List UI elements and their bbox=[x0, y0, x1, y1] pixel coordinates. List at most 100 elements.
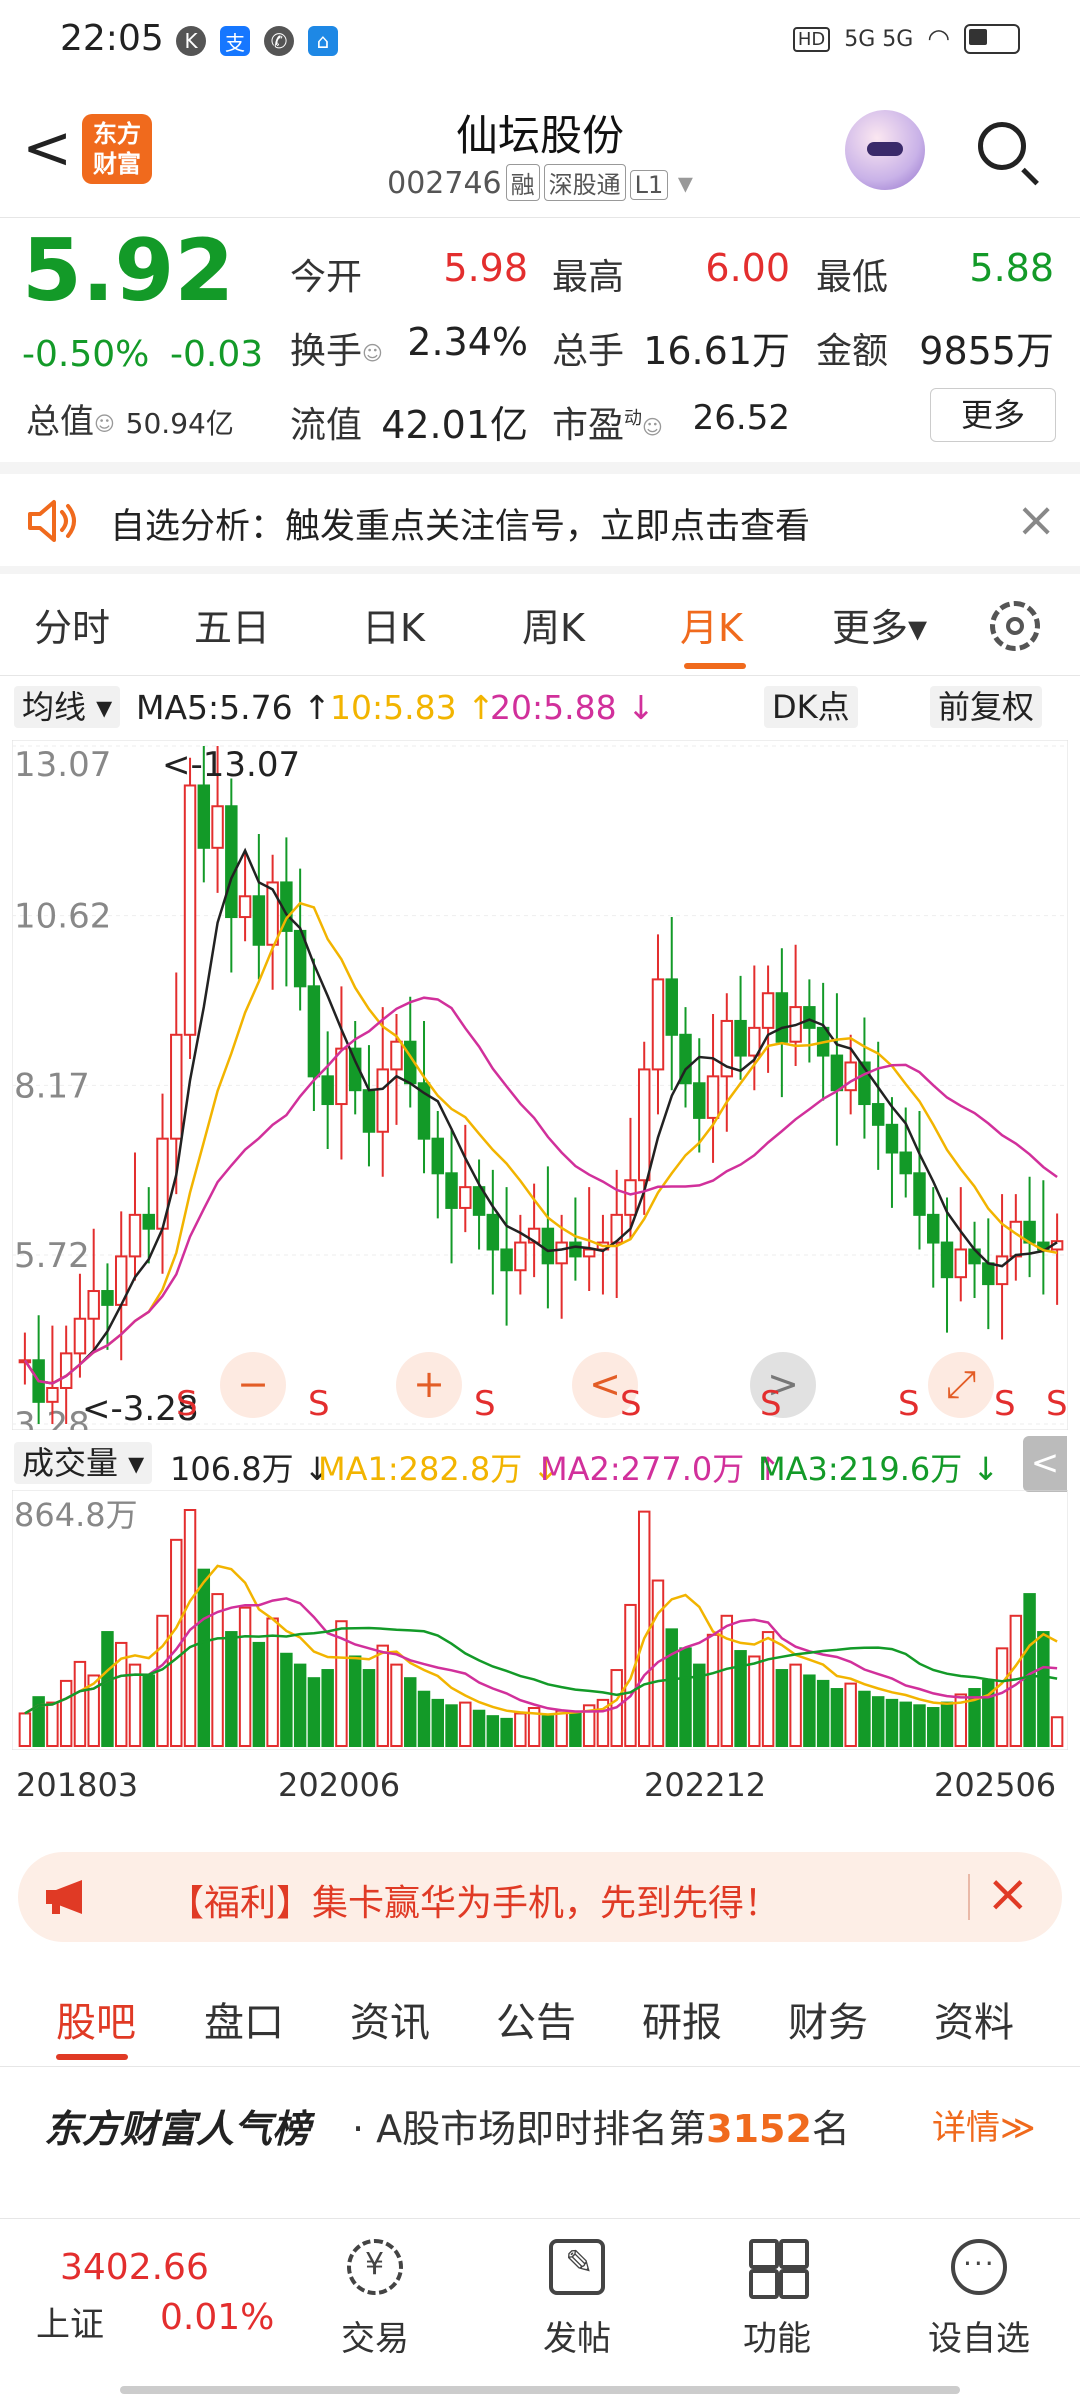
candle-body bbox=[871, 1103, 885, 1126]
chevron-down-icon: ▾ bbox=[677, 166, 693, 201]
volume-bar bbox=[555, 1709, 568, 1747]
candle-body bbox=[706, 1075, 720, 1119]
tab-intraday[interactable]: 分时 bbox=[34, 597, 110, 652]
tab-finance[interactable]: 财务 bbox=[788, 1990, 868, 2048]
tab-5day[interactable]: 五日 bbox=[194, 597, 270, 652]
candle-body bbox=[775, 992, 789, 1043]
rank-suffix: 名 bbox=[811, 2107, 850, 2151]
tab-guba[interactable]: 股吧 bbox=[56, 1990, 136, 2048]
volume-bar bbox=[225, 1631, 238, 1748]
volume-legend-row: 成交量 ▾ 106.8万 ↓ MA1:282.8万 ↓ MA2:277.0万 ↑… bbox=[0, 1440, 1080, 1490]
volume-bar bbox=[73, 1660, 87, 1748]
popularity-rank[interactable]: 东方财富人气榜 · A股市场即时排名第3152名 详情≫ bbox=[0, 2078, 1080, 2168]
ma5-value: MA5:5.76 ↑ bbox=[136, 688, 331, 727]
volume-bar bbox=[885, 1698, 899, 1747]
tab-daily-k[interactable]: 日K bbox=[362, 597, 425, 652]
candle-body bbox=[211, 805, 224, 849]
volume-bar bbox=[404, 1677, 417, 1748]
ma20-value: 20:5.88 ↓ bbox=[490, 688, 655, 727]
stock-header: < 东方 财富 仙坛股份 002746 融深股通 L1 ▾ bbox=[0, 82, 1080, 217]
ma-legend-row: 均线 ▾ MA5:5.76 ↑ 10:5.83 ↑ 20:5.88 ↓ DK点 … bbox=[0, 682, 1080, 736]
robot-assistant-icon[interactable] bbox=[845, 110, 925, 190]
promo-banner[interactable]: 【福利】集卡赢华为手机，先到先得！ × bbox=[18, 1852, 1062, 1942]
gear-icon[interactable] bbox=[990, 601, 1040, 651]
zoom-in-button[interactable]: + bbox=[396, 1352, 462, 1418]
stock-code: 002746 bbox=[387, 166, 502, 201]
candle-body bbox=[1009, 1220, 1023, 1258]
promo-divider bbox=[968, 1874, 970, 1920]
candle-body bbox=[693, 1082, 706, 1119]
dk-point-button[interactable]: DK点 bbox=[764, 686, 858, 728]
status-bar: 22:05 K 支 ✆ ⌂ HD 5G 5G ◠ bbox=[0, 0, 1080, 82]
nav-add-watchlist[interactable]: ··· 设自选 bbox=[914, 2239, 1044, 2360]
candle-body bbox=[486, 1213, 500, 1251]
volume-bar bbox=[59, 1679, 73, 1747]
expand-icon[interactable]: ⤢ bbox=[928, 1352, 994, 1418]
info-icon: ☺ bbox=[362, 341, 383, 365]
tab-announcement[interactable]: 公告 bbox=[496, 1990, 576, 2048]
volume-indicator-toggle[interactable]: 成交量 ▾ bbox=[14, 1442, 153, 1484]
x-tick: 201803 bbox=[16, 1766, 139, 1804]
analysis-notice[interactable]: 自选分析：触发重点关注信号，立即点击查看 × bbox=[0, 472, 1080, 572]
indicator-toggle[interactable]: 均线 ▾ bbox=[14, 686, 121, 728]
status-right: HD 5G 5G ◠ bbox=[792, 24, 1020, 54]
volume-bar bbox=[431, 1698, 445, 1747]
sell-flag: S bbox=[1046, 1384, 1068, 1424]
x-tick: 202006 bbox=[278, 1766, 401, 1804]
content-tabs: 股吧 盘口 资讯 公告 研报 财务 资料 bbox=[0, 1960, 1080, 2060]
search-icon[interactable] bbox=[978, 122, 1026, 170]
candle-body bbox=[101, 1290, 114, 1306]
tab-monthly-k[interactable]: 月K bbox=[680, 597, 743, 652]
trade-icon: ¥ bbox=[347, 2239, 403, 2295]
active-tab-indicator bbox=[684, 663, 746, 669]
tab-profile[interactable]: 资料 bbox=[934, 1990, 1014, 2048]
grid-icon bbox=[749, 2239, 809, 2299]
tab-pankou[interactable]: 盘口 bbox=[204, 1990, 284, 2048]
adjust-button[interactable]: 前复权 bbox=[930, 686, 1043, 728]
nav-trade[interactable]: ¥ 交易 bbox=[310, 2239, 440, 2360]
index-name[interactable]: 上证 bbox=[36, 2297, 104, 2346]
volume-bar bbox=[803, 1674, 816, 1747]
close-icon[interactable]: × bbox=[986, 1864, 1030, 1924]
float-label: 流值 bbox=[290, 405, 363, 446]
volume-bar bbox=[775, 1669, 789, 1747]
candle-body bbox=[183, 784, 197, 1036]
nav-functions[interactable]: 功能 bbox=[712, 2239, 842, 2360]
candle-body bbox=[555, 1241, 568, 1265]
nav-post[interactable]: ✎ 发帖 bbox=[512, 2239, 642, 2360]
nav-label: 交易 bbox=[341, 2319, 409, 2359]
turnover-value: 2.34% bbox=[407, 320, 528, 364]
period-tabs: 分时 五日 日K 周K 月K 更多▾ bbox=[0, 575, 1080, 675]
candle-body bbox=[541, 1227, 555, 1265]
candle-body bbox=[582, 1248, 596, 1258]
volume-bar bbox=[1050, 1716, 1064, 1747]
index-change[interactable]: 0.01% bbox=[160, 2297, 274, 2338]
tab-more[interactable]: 更多▾ bbox=[832, 597, 927, 652]
sell-flag: S bbox=[308, 1384, 330, 1424]
ma10-value: 10:5.83 ↑ bbox=[330, 688, 495, 727]
sell-flag: S bbox=[620, 1384, 642, 1424]
volume-bar bbox=[995, 1647, 1009, 1748]
candle-body bbox=[844, 1061, 857, 1092]
volume-bar bbox=[417, 1690, 431, 1748]
nav-label: 发帖 bbox=[543, 2319, 611, 2359]
more-button[interactable]: 更多 bbox=[930, 388, 1056, 442]
candle-body bbox=[913, 1172, 926, 1216]
tab-news[interactable]: 资讯 bbox=[350, 1990, 430, 2048]
volume-bar bbox=[665, 1628, 678, 1747]
tab-weekly-k[interactable]: 周K bbox=[522, 597, 585, 652]
signal-icon: 5G 5G bbox=[844, 26, 914, 52]
candle-body bbox=[734, 1019, 747, 1057]
candle-body bbox=[335, 1047, 348, 1106]
volume-bar bbox=[280, 1652, 293, 1747]
status-time: 22:05 bbox=[60, 18, 164, 59]
close-icon[interactable]: × bbox=[1016, 492, 1056, 548]
zoom-out-button[interactable]: − bbox=[220, 1352, 286, 1418]
collapse-handle[interactable]: < bbox=[1023, 1436, 1067, 1492]
tab-research[interactable]: 研报 bbox=[642, 1990, 722, 2048]
index-value[interactable]: 3402.66 bbox=[60, 2247, 209, 2288]
rank-detail-link[interactable]: 详情≫ bbox=[932, 2100, 1036, 2149]
volume-bar bbox=[541, 1715, 555, 1747]
hd-icon: HD bbox=[792, 26, 831, 52]
candlestick-chart[interactable]: 13.0710.628.175.723.28<-13.07<-3.28 bbox=[12, 740, 1068, 1430]
